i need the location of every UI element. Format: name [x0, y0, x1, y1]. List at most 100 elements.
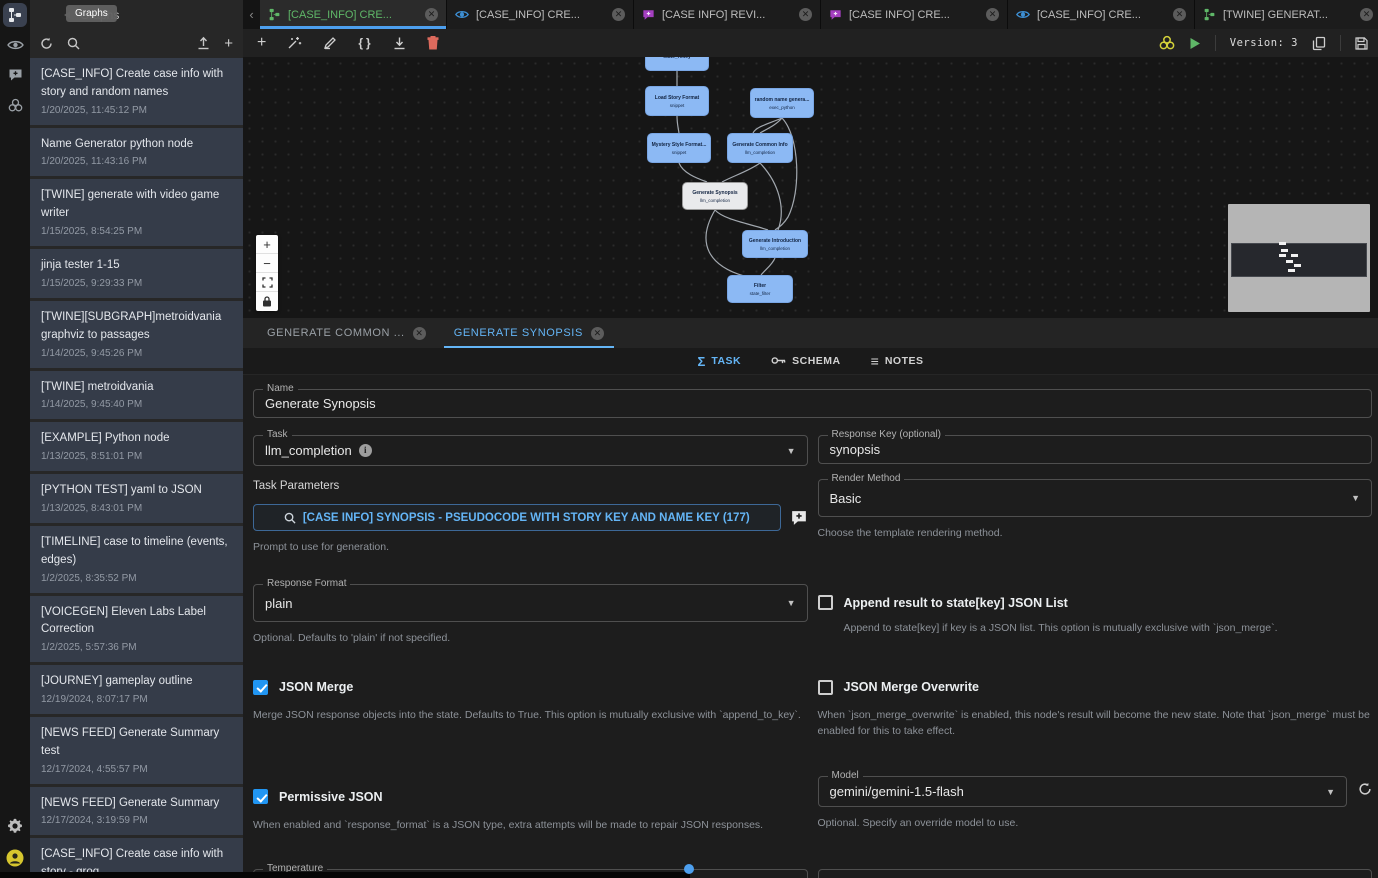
close-icon[interactable]: ✕ [986, 8, 999, 21]
braces-icon[interactable]: { } [358, 36, 371, 50]
save-icon[interactable] [1355, 37, 1368, 50]
graph-canvas[interactable]: state_rekey Load Story Format snippet ra… [243, 57, 1378, 318]
refresh-icon[interactable] [40, 37, 53, 50]
render-method-helper: Choose the template rendering method. [818, 525, 1373, 541]
name-value: Generate Synopsis [265, 396, 1360, 411]
document-tab[interactable]: [CASE_INFO] CRE... ✕ [1008, 0, 1195, 29]
permissive-json-checkbox[interactable] [253, 789, 268, 804]
zoom-out-button[interactable]: − [256, 254, 278, 273]
magic-wand-icon[interactable] [287, 36, 302, 50]
append-checkbox[interactable] [818, 595, 833, 610]
document-tab[interactable]: [CASE INFO] CRE... ✕ [821, 0, 1008, 29]
delete-icon[interactable] [427, 36, 439, 50]
search-icon[interactable] [67, 37, 80, 50]
prompt-select-button[interactable]: [CASE INFO] SYNOPSIS - PSEUDOCODE WITH S… [253, 504, 781, 531]
graph-node[interactable]: Generate Common Info llm_completion [727, 133, 793, 163]
close-icon[interactable]: ✕ [799, 8, 812, 21]
chevron-left-icon[interactable]: ‹ [243, 0, 260, 29]
comment-add-icon[interactable] [790, 510, 808, 526]
document-tab[interactable]: [CASE_INFO] CRE... ✕ [447, 0, 634, 29]
json-merge-checkbox[interactable] [253, 680, 268, 695]
copy-icon[interactable] [1312, 36, 1326, 51]
graph-date: 12/17/2024, 4:55:57 PM [41, 764, 232, 775]
lock-icon[interactable] [256, 292, 278, 311]
list-item[interactable]: [VOICEGEN] Eleven Labs Label Correction … [30, 596, 243, 663]
response-key-field[interactable]: Response Key (optional) synopsis [818, 435, 1373, 464]
node-tab-label: GENERATE COMMON ... [267, 327, 405, 339]
sidebar-item-hooks[interactable] [3, 93, 27, 117]
graph-node[interactable]: random name genera... exec_python [750, 88, 814, 118]
horizontal-scrollbar[interactable] [0, 872, 690, 878]
graph-node[interactable]: Load Story Format snippet [645, 86, 709, 116]
node-tab[interactable]: GENERATE COMMON ... ✕ [253, 318, 440, 348]
tab-type-icon [1016, 9, 1030, 20]
info-icon[interactable]: i [359, 444, 372, 457]
close-icon[interactable]: ✕ [1360, 8, 1373, 21]
list-item[interactable]: jinja tester 1-15 1/15/2025, 9:29:33 PM [30, 249, 243, 298]
document-tab[interactable]: [CASE INFO] REVI... ✕ [634, 0, 821, 29]
minimap[interactable] [1228, 204, 1370, 312]
list-item[interactable]: [JOURNEY] gameplay outline 12/19/2024, 8… [30, 665, 243, 714]
graph-title: [PYTHON TEST] yaml to JSON [41, 482, 232, 500]
close-icon[interactable]: ✕ [1173, 8, 1186, 21]
document-tab[interactable]: [CASE_INFO] CRE... ✕ [260, 0, 447, 29]
add-node-icon[interactable]: + [257, 34, 266, 52]
tab-type-icon [268, 8, 281, 21]
document-tabbar: ‹ [CASE_INFO] CRE... ✕ [243, 0, 1378, 29]
list-item[interactable]: Name Generator python node 1/20/2025, 11… [30, 128, 243, 177]
response-format-select[interactable]: Response Format plain ▼ [253, 584, 808, 622]
chevron-down-icon: ▼ [1326, 787, 1335, 797]
list-item[interactable]: [TWINE][SUBGRAPH]metroidvania graphviz t… [30, 301, 243, 368]
node-tab[interactable]: GENERATE SYNOPSIS ✕ [440, 318, 618, 348]
name-field[interactable]: Name Generate Synopsis [253, 389, 1372, 418]
task-select[interactable]: Task llm_completion i ▼ [253, 435, 808, 466]
list-item[interactable]: [TWINE] generate with video game writer … [30, 179, 243, 246]
tab-schema[interactable]: SCHEMA [771, 352, 841, 370]
list-item[interactable]: [EXAMPLE] Python node 1/13/2025, 8:51:01… [30, 422, 243, 471]
fit-view-button[interactable] [256, 273, 278, 292]
tab-task[interactable]: Σ TASK [698, 354, 742, 369]
sidebar-item-viewer[interactable] [3, 33, 27, 57]
tab-notes[interactable]: ≡ NOTES [871, 353, 924, 369]
permissive-json-column: Permissive JSON When enabled and `respon… [253, 776, 808, 833]
list-item[interactable]: [PYTHON TEST] yaml to JSON 1/13/2025, 8:… [30, 474, 243, 523]
model-select[interactable]: Model gemini/gemini-1.5-flash ▼ [818, 776, 1348, 807]
append-checkbox-row: Append result to state[key] JSON List [818, 595, 1373, 610]
close-icon[interactable]: ✕ [612, 8, 625, 21]
sidebar-item-graphs[interactable] [3, 3, 27, 27]
graph-node[interactable]: Generate Introduction llm_completion [742, 230, 808, 258]
graph-node[interactable]: Mystery Style Format... snippet [647, 133, 711, 163]
close-icon[interactable]: ✕ [425, 8, 438, 21]
settings-button[interactable] [3, 814, 27, 838]
json-merge-overwrite-row: JSON Merge Overwrite [818, 680, 1373, 695]
sidebar-header: Graphs Graphs [30, 0, 243, 29]
document-tab[interactable]: [TWINE] GENERAT... ✕ [1195, 0, 1378, 29]
minimap-node [1294, 264, 1301, 267]
graph-title: [NEWS FEED] Generate Summary [41, 795, 232, 813]
list-item[interactable]: [NEWS FEED] Generate Summary 12/17/2024,… [30, 787, 243, 836]
add-graph-icon[interactable]: + [224, 35, 233, 52]
edit-icon[interactable] [323, 36, 337, 50]
run-icon[interactable] [1189, 37, 1201, 50]
json-merge-overwrite-checkbox[interactable] [818, 680, 833, 695]
list-item[interactable]: [NEWS FEED] Generate Summary test 12/17/… [30, 717, 243, 784]
download-icon[interactable] [393, 36, 406, 50]
scrollbar-thumb[interactable] [684, 864, 694, 874]
close-icon[interactable]: ✕ [591, 327, 604, 340]
graph-node[interactable]: state_rekey [645, 57, 709, 71]
close-icon[interactable]: ✕ [413, 327, 426, 340]
account-button[interactable] [3, 846, 27, 870]
list-item[interactable]: [TWINE] metroidvania 1/14/2025, 9:45:40 … [30, 371, 243, 420]
zoom-in-button[interactable]: + [256, 235, 278, 254]
graph-node[interactable]: Generate Synopsis llm_completion [682, 182, 748, 210]
seed-field[interactable]: Seed [818, 869, 1373, 878]
node-title: Generate Synopsis [692, 190, 737, 196]
hooks-icon[interactable] [1159, 35, 1175, 51]
refresh-models-icon[interactable] [1358, 782, 1372, 801]
list-item[interactable]: [TIMELINE] case to timeline (events, edg… [30, 526, 243, 593]
graph-node[interactable]: Filter state_filter [727, 275, 793, 303]
render-method-select[interactable]: Render Method Basic ▼ [818, 479, 1373, 517]
list-item[interactable]: [CASE_INFO] Create case info with story … [30, 58, 243, 125]
upload-icon[interactable] [197, 36, 210, 50]
sidebar-item-prompts[interactable] [3, 63, 27, 87]
